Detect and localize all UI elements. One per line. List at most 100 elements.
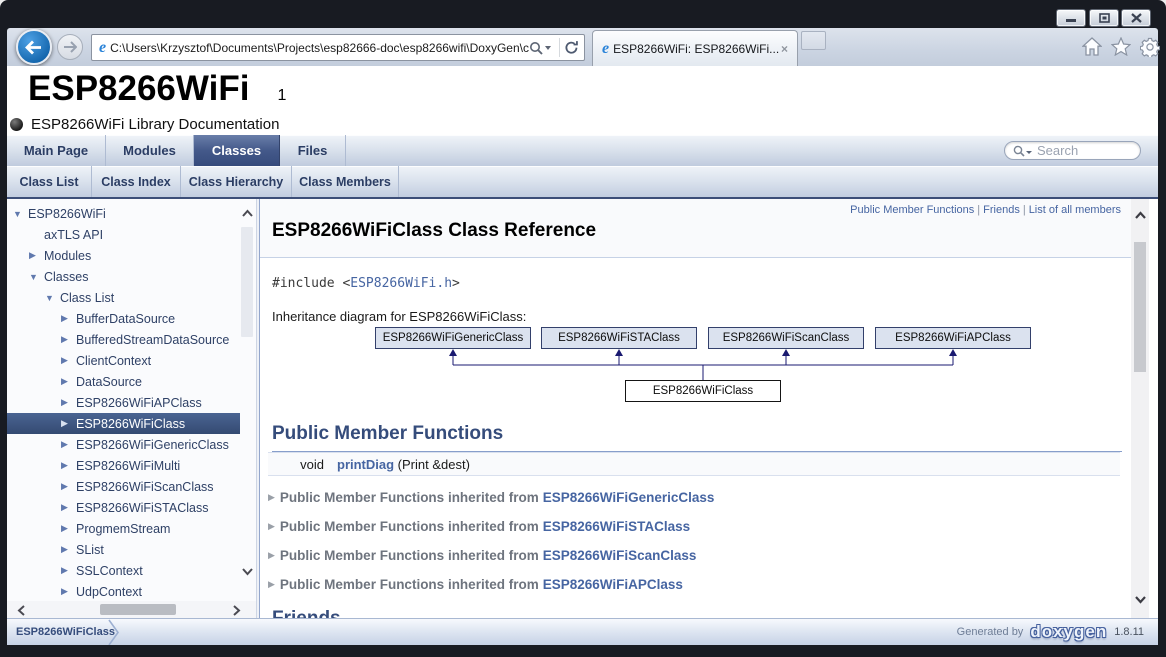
- refresh-icon[interactable]: [564, 40, 579, 55]
- tree-item-axtls-api[interactable]: axTLS API: [7, 224, 240, 245]
- diagram-node-staclass[interactable]: ESP8266WiFiSTAClass: [541, 327, 697, 349]
- forward-button[interactable]: [57, 34, 83, 60]
- scroll-up-button[interactable]: [1134, 211, 1147, 220]
- tree-collapsed-icon[interactable]: ▶: [61, 460, 76, 471]
- diagram-node-genericclass[interactable]: ESP8266WiFiGenericClass: [375, 327, 531, 349]
- tree-item-esp8266wifistaclass[interactable]: ▶ESP8266WiFiSTAClass: [7, 497, 240, 518]
- tree-collapsed-icon[interactable]: ▶: [61, 565, 76, 576]
- tree-item-class-list[interactable]: ▼Class List: [7, 287, 240, 308]
- tree-item-clientcontext[interactable]: ▶ClientContext: [7, 350, 240, 371]
- tree-expanded-icon[interactable]: ▼: [29, 272, 44, 282]
- restore-button[interactable]: [1089, 9, 1119, 27]
- tree-collapsed-icon[interactable]: ▶: [61, 523, 76, 534]
- search-dropdown-caret-icon[interactable]: [545, 46, 551, 50]
- tree-item-datasource[interactable]: ▶DataSource: [7, 371, 240, 392]
- tree-collapsed-icon[interactable]: ▶: [61, 544, 76, 555]
- back-button[interactable]: [16, 29, 52, 65]
- content-vertical-scrollbar[interactable]: [1131, 199, 1149, 618]
- browser-tab[interactable]: e ESP8266WiFi: ESP8266WiFi... ×: [592, 30, 798, 66]
- tree-collapsed-icon[interactable]: ▶: [61, 481, 76, 492]
- include-file-link[interactable]: ESP8266WiFi.h: [350, 276, 452, 291]
- tree-expanded-icon[interactable]: ▼: [45, 293, 60, 303]
- tree-collapsed-icon[interactable]: ▶: [61, 376, 76, 387]
- inherited-section-genericclass[interactable]: ▶ Public Member Functions inherited from…: [268, 487, 714, 507]
- tree-collapsed-icon[interactable]: ▶: [61, 502, 76, 513]
- tree-item-esp8266wificlass[interactable]: ▶ESP8266WiFiClass: [7, 413, 240, 434]
- tab-modules[interactable]: Modules: [106, 135, 194, 166]
- tree-item-esp8266wifimulti[interactable]: ▶ESP8266WiFiMulti: [7, 455, 240, 476]
- tab-files[interactable]: Files: [280, 135, 346, 166]
- home-button[interactable]: [1082, 37, 1102, 61]
- diagram-node-scanclass[interactable]: ESP8266WiFiScanClass: [708, 327, 864, 349]
- inherited-class-link[interactable]: ESP8266WiFiScanClass: [543, 548, 697, 563]
- inherited-section-staclass[interactable]: ▶ Public Member Functions inherited from…: [268, 516, 690, 536]
- tree-label: SList: [76, 543, 104, 557]
- tree-collapsed-icon[interactable]: ▶: [61, 355, 76, 366]
- scroll-down-button[interactable]: [1134, 595, 1147, 604]
- tree-expanded-icon[interactable]: ▼: [13, 209, 28, 219]
- tab-class-list[interactable]: Class List: [7, 166, 92, 197]
- tree-collapsed-icon[interactable]: ▶: [61, 586, 76, 597]
- doxygen-logo[interactable]: doxygen: [1030, 622, 1107, 642]
- scroll-left-button[interactable]: [17, 605, 26, 616]
- inherited-class-link[interactable]: ESP8266WiFiAPClass: [543, 577, 683, 592]
- scroll-up-button[interactable]: [241, 209, 254, 218]
- inherited-class-link[interactable]: ESP8266WiFiGenericClass: [543, 490, 715, 505]
- doc-search-box[interactable]: [1004, 141, 1141, 160]
- tree-item-sslcontext[interactable]: ▶SSLContext: [7, 560, 240, 581]
- scroll-down-button[interactable]: [241, 567, 254, 576]
- settings-button[interactable]: [1140, 37, 1160, 62]
- tab-main-page[interactable]: Main Page: [7, 135, 106, 166]
- search-filter-caret-icon[interactable]: [1026, 151, 1032, 154]
- tree-item-udpcontext[interactable]: ▶UdpContext: [7, 581, 240, 602]
- summary-link-friends[interactable]: Friends: [983, 204, 1020, 216]
- tree-item-progmemstream[interactable]: ▶ProgmemStream: [7, 518, 240, 539]
- sidebar-vertical-scrollbar[interactable]: [238, 199, 256, 601]
- close-button[interactable]: [1121, 9, 1151, 27]
- tree-item-bufferedstreamdatasource[interactable]: ▶BufferedStreamDataSource: [7, 329, 240, 350]
- tree-collapsed-icon[interactable]: ▶: [61, 439, 76, 450]
- sidebar-horizontal-scrollbar[interactable]: [7, 601, 256, 618]
- tab-class-index[interactable]: Class Index: [92, 166, 181, 197]
- inherited-section-scanclass[interactable]: ▶ Public Member Functions inherited from…: [268, 545, 696, 565]
- scrollbar-thumb[interactable]: [100, 604, 176, 615]
- scrollbar-thumb[interactable]: [1134, 242, 1146, 372]
- search-icon[interactable]: [529, 41, 543, 55]
- tree-label: ClientContext: [76, 354, 151, 368]
- tree-item-bufferdatasource[interactable]: ▶BufferDataSource: [7, 308, 240, 329]
- inherited-section-apclass[interactable]: ▶ Public Member Functions inherited from…: [268, 574, 683, 594]
- summary-link-public-member-functions[interactable]: Public Member Functions: [850, 204, 974, 216]
- tree-item-esp8266wifiscanclass[interactable]: ▶ESP8266WiFiScanClass: [7, 476, 240, 497]
- tree-item-esp8266wifiapclass[interactable]: ▶ESP8266WiFiAPClass: [7, 392, 240, 413]
- tree-collapsed-icon[interactable]: ▶: [61, 313, 76, 324]
- breadcrumb[interactable]: ESP8266WiFiClass: [16, 619, 115, 645]
- tree-item-modules[interactable]: ▶Modules: [7, 245, 240, 266]
- tab-close-icon[interactable]: ×: [779, 42, 790, 56]
- scrollbar-thumb[interactable]: [241, 227, 253, 337]
- inherited-class-link[interactable]: ESP8266WiFiSTAClass: [543, 519, 690, 534]
- tree-collapsed-icon[interactable]: ▶: [29, 250, 44, 261]
- tab-classes[interactable]: Classes: [194, 135, 280, 166]
- url-input[interactable]: [110, 41, 529, 55]
- member-args: (Print &dest): [394, 457, 470, 472]
- address-bar[interactable]: e: [91, 34, 585, 61]
- tree-item-slist[interactable]: ▶SList: [7, 539, 240, 560]
- new-tab-button[interactable]: [801, 31, 826, 50]
- tree-item-esp8266wifi[interactable]: ▼ESP8266WiFi: [7, 203, 240, 224]
- tree-item-esp8266wifigenericclass[interactable]: ▶ESP8266WiFiGenericClass: [7, 434, 240, 455]
- tree-collapsed-icon[interactable]: ▶: [61, 418, 76, 429]
- tree-label: Classes: [44, 270, 88, 284]
- tree-item-classes[interactable]: ▼Classes: [7, 266, 240, 287]
- tab-class-hierarchy[interactable]: Class Hierarchy: [181, 166, 292, 197]
- tab-class-members[interactable]: Class Members: [292, 166, 399, 197]
- diagram-node-apclass[interactable]: ESP8266WiFiAPClass: [875, 327, 1031, 349]
- summary-link-all-members[interactable]: List of all members: [1029, 204, 1121, 216]
- tree-collapsed-icon[interactable]: ▶: [61, 334, 76, 345]
- minimize-button[interactable]: [1056, 9, 1086, 27]
- tree-label: ESP8266WiFiClass: [76, 417, 185, 431]
- favorites-button[interactable]: [1111, 37, 1131, 61]
- tree-collapsed-icon[interactable]: ▶: [61, 397, 76, 408]
- member-name-link[interactable]: printDiag: [337, 457, 394, 472]
- scroll-right-button[interactable]: [232, 605, 241, 616]
- doc-search-input[interactable]: [1037, 143, 1132, 158]
